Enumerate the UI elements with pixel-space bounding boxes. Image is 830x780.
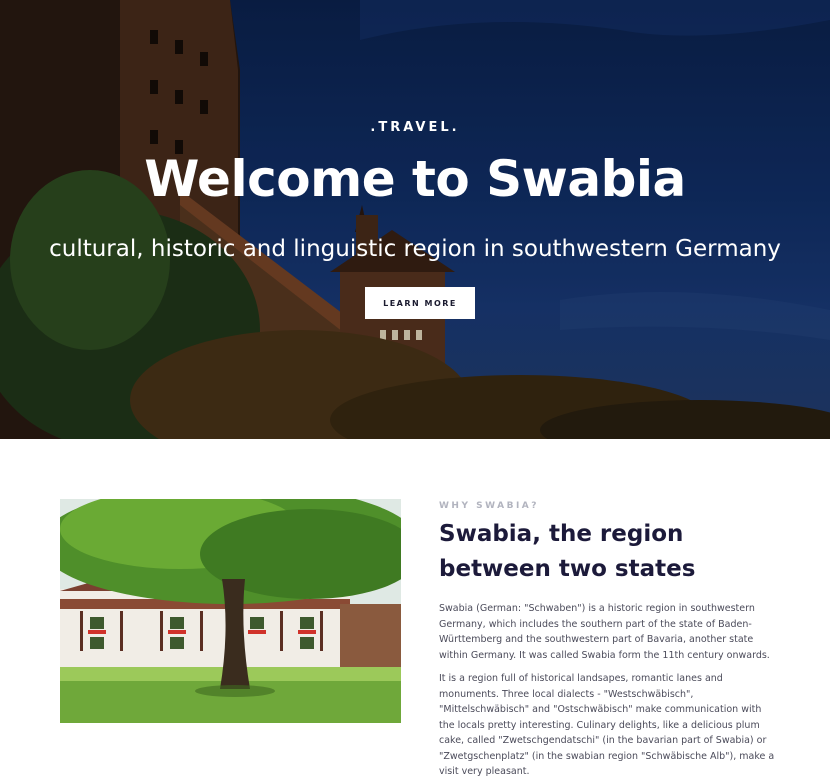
- learn-more-button[interactable]: LEARN MORE: [365, 287, 475, 319]
- section-eyebrow: WHY SWABIA?: [439, 501, 539, 511]
- section-title-line1: Swabia, the region: [439, 521, 684, 547]
- swabia-village-photo: [60, 499, 401, 723]
- hero-title: Welcome to Swabia: [144, 150, 686, 208]
- section-title-line2: between two states: [439, 556, 696, 582]
- intro-text: WHY SWABIA? Swabia, the region between t…: [439, 499, 779, 780]
- intro-paragraph-2: It is a region full of historical landsa…: [439, 673, 775, 777]
- hero-subtitle: cultural, historic and linguistic region…: [49, 236, 781, 262]
- intro-paragraph-1: Swabia (German: "Schwaben") is a histori…: [439, 603, 770, 661]
- hero-kicker: .TRAVEL.: [370, 120, 460, 135]
- hero-background-image: [0, 0, 830, 439]
- section-title: Swabia, the region between two states: [439, 517, 779, 587]
- hero-section: .TRAVEL. Welcome to Swabia cultural, his…: [0, 0, 830, 439]
- intro-section: WHY SWABIA? Swabia, the region between t…: [0, 439, 830, 778]
